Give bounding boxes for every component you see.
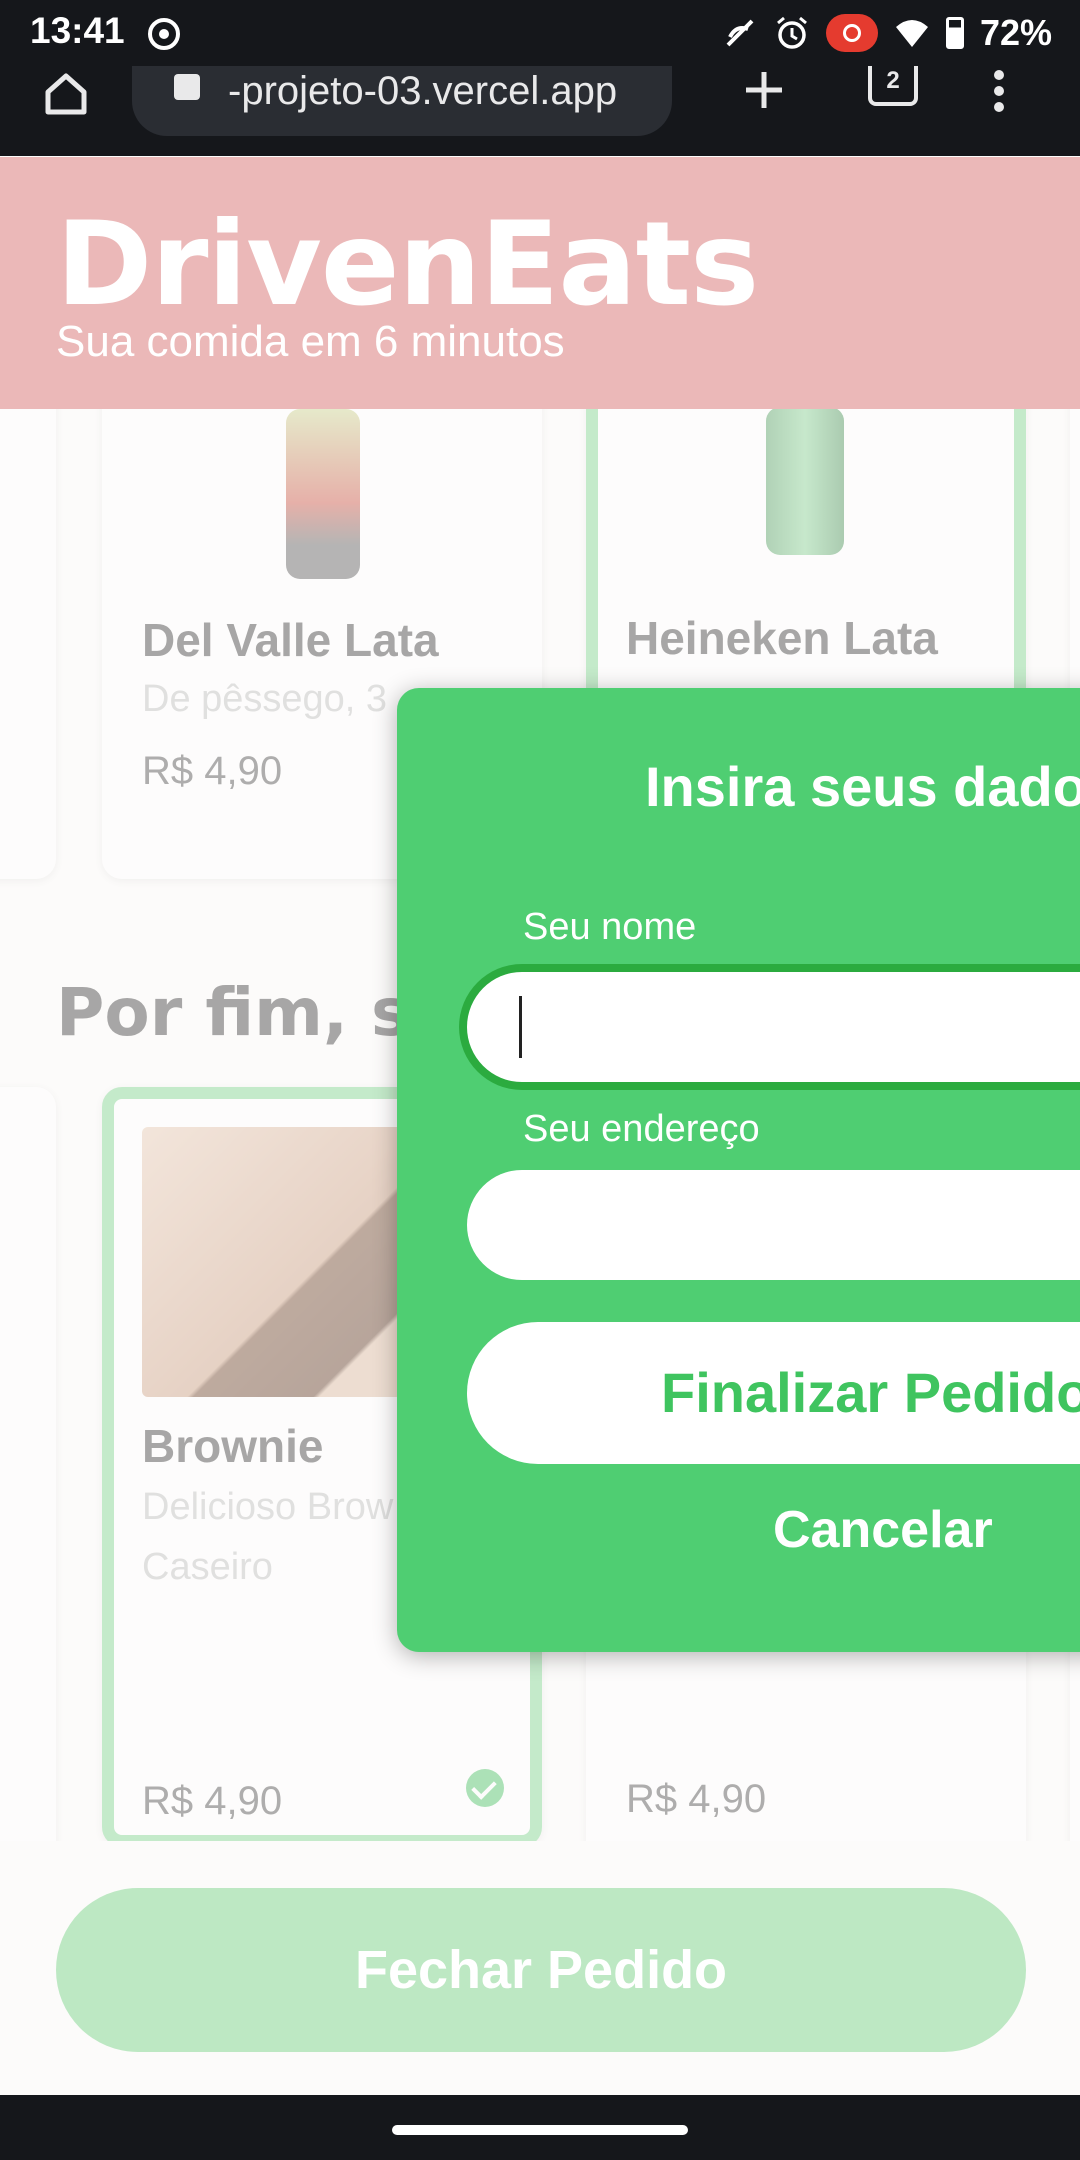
selected-check-icon (466, 1769, 504, 1807)
status-icons: 72% (722, 10, 1052, 56)
finalize-order-button[interactable]: Finalizar Pedido (467, 1322, 1080, 1464)
item-name: Brownie (142, 1420, 324, 1472)
app-header: DrivenEats Sua comida em 6 minutos (0, 157, 1080, 409)
address-bar[interactable]: -projeto-03.vercel.app (132, 66, 672, 136)
text-cursor (519, 996, 522, 1058)
item-description: Caseiro (142, 1546, 273, 1588)
alarm-icon (776, 16, 807, 49)
address-input[interactable] (467, 1170, 1080, 1280)
item-name: Del Valle Lata (142, 614, 439, 666)
browser-toolbar: -projeto-03.vercel.app 2 (0, 66, 1080, 156)
app-screen: 13:41 72% -projeto-03.vercel.app 2 Drive… (0, 0, 1080, 2160)
wifi-icon (895, 20, 928, 47)
checkout-bar: Fechar Pedido (0, 1841, 1080, 2095)
item-price: R$ 4,90 (142, 1779, 283, 1823)
site-info-icon[interactable] (174, 74, 200, 100)
name-field[interactable] (467, 972, 1080, 1082)
status-bar: 13:41 72% (0, 0, 1080, 66)
menu-card-partial[interactable] (0, 409, 56, 879)
item-name: Heineken Lata (626, 612, 938, 664)
item-price: R$ 4,90 (142, 749, 283, 793)
more-options-icon[interactable] (994, 70, 1006, 112)
address-field[interactable] (467, 1170, 1080, 1280)
name-label: Seu nome (523, 906, 697, 948)
address-bar-url: -projeto-03.vercel.app (228, 69, 618, 113)
screen-record-icon (148, 18, 180, 50)
call-muted-icon (726, 19, 754, 47)
heineken-can-image (766, 409, 844, 555)
battery-percent: 72% (979, 12, 1052, 53)
order-details-modal: Insira seus dado Seu nome Seu endereço F… (397, 688, 1080, 1652)
home-gesture-handle[interactable] (392, 2125, 688, 2135)
modal-title: Insira seus dado (645, 755, 1080, 818)
new-tab-icon[interactable] (742, 68, 786, 112)
address-label: Seu endereço (523, 1108, 760, 1150)
cancel-button[interactable]: Cancelar (773, 1500, 993, 1560)
close-order-button[interactable]: Fechar Pedido (56, 1888, 1026, 2052)
item-description: Delicioso Brow (142, 1486, 394, 1528)
name-input[interactable] (467, 972, 1080, 1082)
home-icon[interactable] (42, 72, 90, 116)
item-description: De pêssego, 3 (142, 678, 388, 720)
menu-card-partial[interactable] (0, 1087, 56, 1841)
status-time: 13:41 (30, 10, 125, 51)
battery-icon (945, 17, 964, 49)
tab-switcher-button[interactable]: 2 (868, 66, 918, 106)
recording-indicator-icon (825, 14, 878, 52)
app-tagline: Sua comida em 6 minutos (56, 317, 565, 366)
del-valle-can-image (286, 409, 360, 579)
item-price: R$ 4,90 (626, 1777, 767, 1821)
app-logo-title: DrivenEats (56, 197, 759, 332)
system-nav-bar (0, 2095, 1080, 2160)
